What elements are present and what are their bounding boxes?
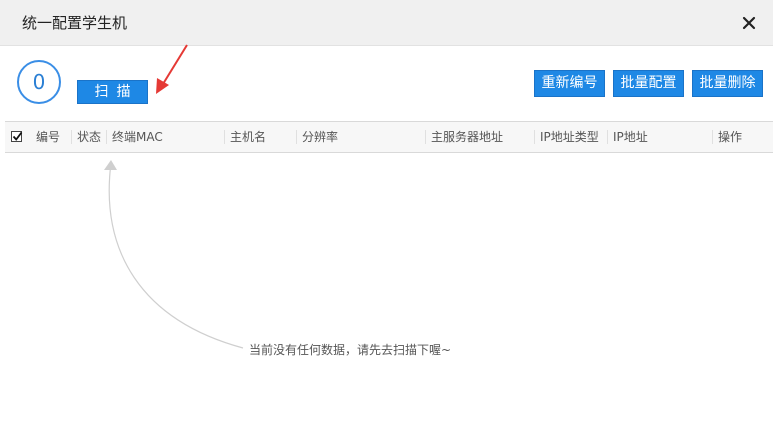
hint-curve xyxy=(108,162,244,349)
column-header-ip-address[interactable]: IP地址 xyxy=(607,122,648,152)
scan-button[interactable]: 扫描 xyxy=(77,80,148,104)
batch-config-button[interactable]: 批量配置 xyxy=(613,70,684,97)
red-arrow-shaft xyxy=(162,44,188,85)
column-header-ip-type[interactable]: IP地址类型 xyxy=(534,122,599,152)
hint-arrowhead-icon xyxy=(104,160,117,170)
annotation-overlay xyxy=(104,44,244,349)
table-header: 编号 状态 终端MAC 主机名 分辨率 主服务器地址 IP地址类型 IP地址 操… xyxy=(5,121,773,153)
column-header-main-server[interactable]: 主服务器地址 xyxy=(424,122,503,152)
title-bar: 统一配置学生机 xyxy=(0,0,773,46)
empty-state-message: 当前没有任何数据，请先去扫描下喔~ xyxy=(249,343,452,357)
close-icon xyxy=(742,16,756,30)
red-arrow-head-icon xyxy=(156,78,169,94)
scanned-count-circle: 0 xyxy=(17,60,61,104)
column-header-status[interactable]: 状态 xyxy=(70,122,101,152)
batch-delete-button[interactable]: 批量删除 xyxy=(692,70,763,97)
checkmark-icon xyxy=(12,131,23,141)
close-button[interactable] xyxy=(737,11,761,35)
column-header-hostname[interactable]: 主机名 xyxy=(223,122,266,152)
dialog-title: 统一配置学生机 xyxy=(22,14,128,32)
select-all-checkbox[interactable] xyxy=(11,131,23,142)
column-header-resolution[interactable]: 分辨率 xyxy=(295,122,338,152)
column-header-mac[interactable]: 终端MAC xyxy=(106,122,163,152)
column-header-number[interactable]: 编号 xyxy=(36,122,60,152)
column-header-actions[interactable]: 操作 xyxy=(711,122,742,152)
renumber-button[interactable]: 重新编号 xyxy=(534,70,605,97)
